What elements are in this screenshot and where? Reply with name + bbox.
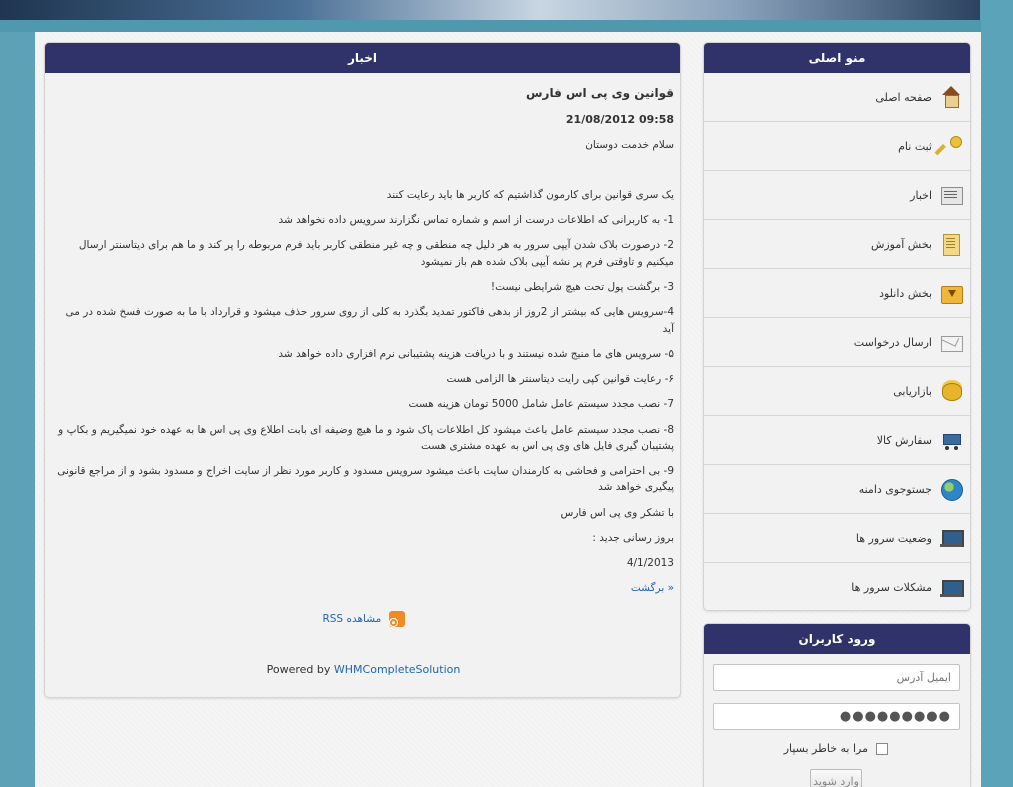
remember-me-row: مرا به خاطر بسپار xyxy=(714,742,960,755)
menu-item-submit-ticket[interactable]: ارسال درخواست xyxy=(704,318,970,367)
menu-item-domain-search[interactable]: جستوجوی دامنه xyxy=(704,465,970,514)
article-date: 21/08/2012 09:58 xyxy=(565,112,674,126)
main-menu-panel: منو اصلی صفحه اصلی ثبت نام اخبار بخش آمو… xyxy=(703,42,971,611)
download-folder-icon xyxy=(940,282,963,304)
update-date: 4/1/2013 xyxy=(626,557,674,570)
update-label: بروز رسانی جدید : xyxy=(592,531,674,544)
globe-icon xyxy=(940,478,963,501)
powered-by-prefix: Powered by xyxy=(266,662,331,676)
laptop-icon xyxy=(940,527,964,549)
rss-icon[interactable] xyxy=(388,610,405,627)
menu-item-label: بازاریابی xyxy=(893,384,932,398)
laptop-icon xyxy=(940,577,964,599)
main-menu-list: صفحه اصلی ثبت نام اخبار بخش آموزش بخش دا… xyxy=(704,73,970,612)
menu-item-label: اخبار xyxy=(910,188,932,202)
menu-item-label: مشکلات سرور ها xyxy=(851,581,932,594)
login-panel-header: ورود کاربران xyxy=(704,624,970,654)
rule-paragraph: 3- برگشت پول تحت هیچ شرایطی نیست! xyxy=(490,280,674,293)
banner-strip xyxy=(0,20,1013,32)
menu-item-register[interactable]: ثبت نام xyxy=(704,122,970,171)
login-form: مرا به خاطر بسپار وارد شوید xyxy=(704,654,970,787)
menu-item-network-issues[interactable]: مشکلات سرور ها xyxy=(704,563,970,612)
news-article: قوانین وی پی اس فارس 21/08/2012 09:58 سل… xyxy=(45,73,680,678)
rule-paragraph: 4-سرویس هایی که بیشتر از 2روز از بدهی فا… xyxy=(65,306,674,335)
menu-item-tutorials[interactable]: بخش آموزش xyxy=(704,220,970,269)
rule-paragraph: ۶- رعایت قوانین کپی رایت دیتاسنتر ها الز… xyxy=(446,373,674,386)
article-title: قوانین وی پی اس فارس xyxy=(525,86,674,100)
news-panel: اخبار قوانین وی پی اس فارس 21/08/2012 09… xyxy=(44,42,681,698)
envelope-icon xyxy=(940,331,963,353)
remember-me-checkbox[interactable] xyxy=(876,742,888,755)
rule-paragraph: 9- بی احترامی و فحاشی به کارمندان سایت ب… xyxy=(57,465,674,494)
page-edge xyxy=(981,0,1013,787)
book-icon xyxy=(940,233,962,256)
password-field[interactable] xyxy=(713,703,960,730)
menu-item-label: وضعیت سرور ها xyxy=(855,531,932,545)
main-menu-header: منو اصلی xyxy=(704,43,970,73)
rule-paragraph: ۵- سرویس های ما منیج شده نیستند و با دری… xyxy=(278,347,674,360)
menu-item-label: سفارش کالا xyxy=(876,433,932,447)
remember-me-label: مرا به خاطر بسپار xyxy=(783,742,868,755)
menu-item-downloads[interactable]: بخش دانلود xyxy=(704,269,970,318)
menu-item-label: ارسال درخواست xyxy=(853,335,932,349)
menu-item-label: ثبت نام xyxy=(898,139,932,153)
login-button[interactable]: وارد شوید xyxy=(810,769,862,787)
menu-item-label: صفحه اصلی xyxy=(875,90,932,104)
rule-paragraph: 7- نصب مجدد سیستم عامل شامل 5000 تومان ه… xyxy=(408,398,674,411)
article-thanks: با تشکر وی پی اس فارس xyxy=(560,506,675,519)
menu-item-label: بخش دانلود xyxy=(879,286,932,300)
newspaper-icon xyxy=(940,184,963,206)
back-link[interactable]: « برگشت xyxy=(53,580,674,596)
menu-item-affiliates[interactable]: بازاریابی xyxy=(704,367,970,416)
article-greeting: سلام خدمت دوستان xyxy=(585,138,674,151)
article-intro: یک سری قوانین برای کارمون گذاشتیم که کار… xyxy=(386,188,674,201)
menu-item-label: بخش آموزش xyxy=(870,237,932,251)
rule-paragraph: 1- به کاربرانی که اطلاعات درست از اسم و … xyxy=(278,214,674,227)
home-icon xyxy=(940,86,962,108)
menu-item-home[interactable]: صفحه اصلی xyxy=(704,73,970,122)
key-icon xyxy=(940,135,962,157)
shopping-cart-icon xyxy=(940,429,962,451)
menu-item-label: جستوجوی دامنه xyxy=(858,482,932,496)
whmcs-link[interactable]: WHMCompleteSolution xyxy=(334,663,460,676)
powered-by: Powered by WHMCompleteSolution xyxy=(53,661,674,678)
login-panel: ورود کاربران مرا به خاطر بسپار وارد شوید xyxy=(703,623,971,787)
rule-paragraph: 8- نصب مجدد سیستم عامل باعث میشود کل اطل… xyxy=(58,423,674,452)
news-panel-header: اخبار xyxy=(45,43,680,73)
menu-item-news[interactable]: اخبار xyxy=(704,171,970,220)
coins-icon xyxy=(940,380,962,402)
email-field[interactable] xyxy=(713,664,960,691)
rss-row: مشاهده RSS xyxy=(53,610,674,627)
menu-item-server-status[interactable]: وضعیت سرور ها xyxy=(704,514,970,563)
rss-link[interactable]: مشاهده RSS xyxy=(322,613,381,625)
rule-paragraph: 2- درصورت بلاک شدن آیپی سرور به هر دلیل … xyxy=(78,239,674,268)
site-banner xyxy=(0,0,980,20)
menu-item-order[interactable]: سفارش کالا xyxy=(704,416,970,465)
